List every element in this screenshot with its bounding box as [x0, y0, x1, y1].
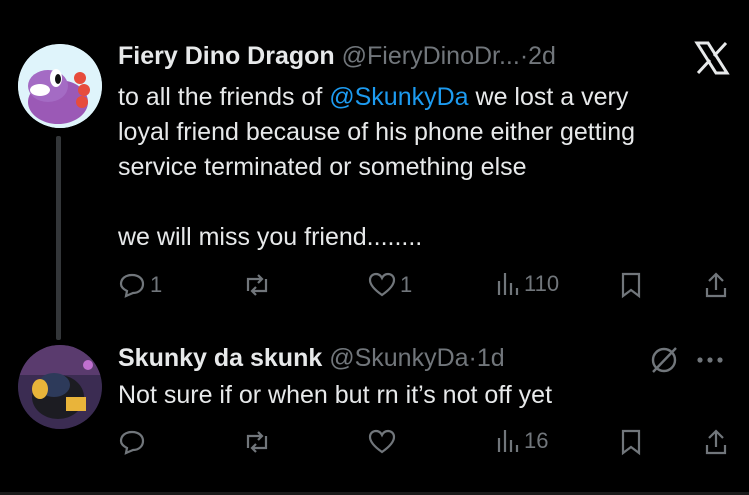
x-logo-icon: [694, 41, 730, 75]
reply-count: 1: [150, 272, 163, 297]
avatar-fiery-dino[interactable]: [18, 44, 102, 128]
author-name[interactable]: Fiery Dino Dragon: [118, 42, 335, 70]
text-line3: service terminated or something else: [118, 153, 527, 181]
heart-icon: [368, 272, 396, 297]
share-button[interactable]: [704, 271, 728, 299]
tweet-1-header: Fiery Dino Dragon @FieryDinoDr...·2d: [118, 41, 556, 71]
bookmark-icon: [621, 272, 641, 299]
more-icon[interactable]: [696, 356, 724, 364]
repost-button[interactable]: [242, 271, 272, 299]
views-icon: [497, 273, 519, 295]
tweet-2-actions: 16: [118, 428, 728, 464]
separator-dot: ·: [519, 42, 529, 70]
like-button[interactable]: 1: [368, 271, 412, 299]
text-line2: loyal friend because of his phone either…: [118, 118, 636, 146]
reply-icon: [119, 430, 145, 455]
share-button[interactable]: [704, 428, 728, 456]
timestamp[interactable]: 2d: [528, 42, 556, 70]
tweet-1-actions: 1 1 110: [118, 271, 728, 307]
separator-dot: ·: [468, 344, 477, 372]
repost-icon: [246, 274, 268, 296]
tweet-2[interactable]: Skunky da skunk @SkunkyDa·1d Not sure if…: [0, 330, 749, 495]
tweet-1[interactable]: Fiery Dino Dragon @FieryDinoDr...·2d to …: [0, 0, 749, 340]
repost-icon: [246, 431, 268, 453]
tweet-2-header: Skunky da skunk @SkunkyDa·1d: [118, 343, 505, 373]
like-button[interactable]: [368, 428, 396, 456]
timestamp[interactable]: 1d: [477, 344, 505, 372]
bookmark-icon: [621, 429, 641, 456]
tweet-1-text: to all the friends of @SkunkyDa we lost …: [118, 80, 728, 255]
avatar-skunky[interactable]: [18, 345, 102, 429]
text-line1-rest: we lost a very: [468, 83, 629, 111]
text-prefix: to all the friends of: [118, 83, 330, 111]
bookmark-button[interactable]: [620, 428, 642, 456]
tweet-2-text: Not sure if or when but rn it’s not off …: [118, 381, 553, 409]
reply-button[interactable]: 1: [118, 271, 162, 299]
thread-line: [56, 136, 61, 340]
share-icon: [705, 272, 727, 298]
like-count: 1: [400, 272, 413, 297]
view-count: 110: [524, 271, 560, 296]
reply-icon: [119, 273, 145, 298]
heart-icon: [368, 429, 396, 454]
views-icon: [497, 430, 519, 452]
mention-link[interactable]: @SkunkyDa: [329, 83, 468, 111]
skunk-avatar-icon: [18, 345, 102, 429]
author-name[interactable]: Skunky da skunk: [118, 344, 322, 372]
author-handle[interactable]: @FieryDinoDr...: [342, 42, 520, 70]
slash-circle-icon[interactable]: [648, 344, 680, 376]
author-handle[interactable]: @SkunkyDa: [329, 344, 468, 372]
view-count: 16: [524, 428, 549, 453]
repost-button[interactable]: [242, 428, 272, 456]
reply-button[interactable]: [118, 428, 146, 456]
share-icon: [705, 429, 727, 455]
bookmark-button[interactable]: [620, 271, 642, 299]
text-line4: we will miss you friend........: [118, 223, 423, 251]
views-button[interactable]: 16: [496, 428, 548, 454]
views-button[interactable]: 110: [496, 271, 559, 297]
dino-avatar-icon: [18, 44, 102, 128]
